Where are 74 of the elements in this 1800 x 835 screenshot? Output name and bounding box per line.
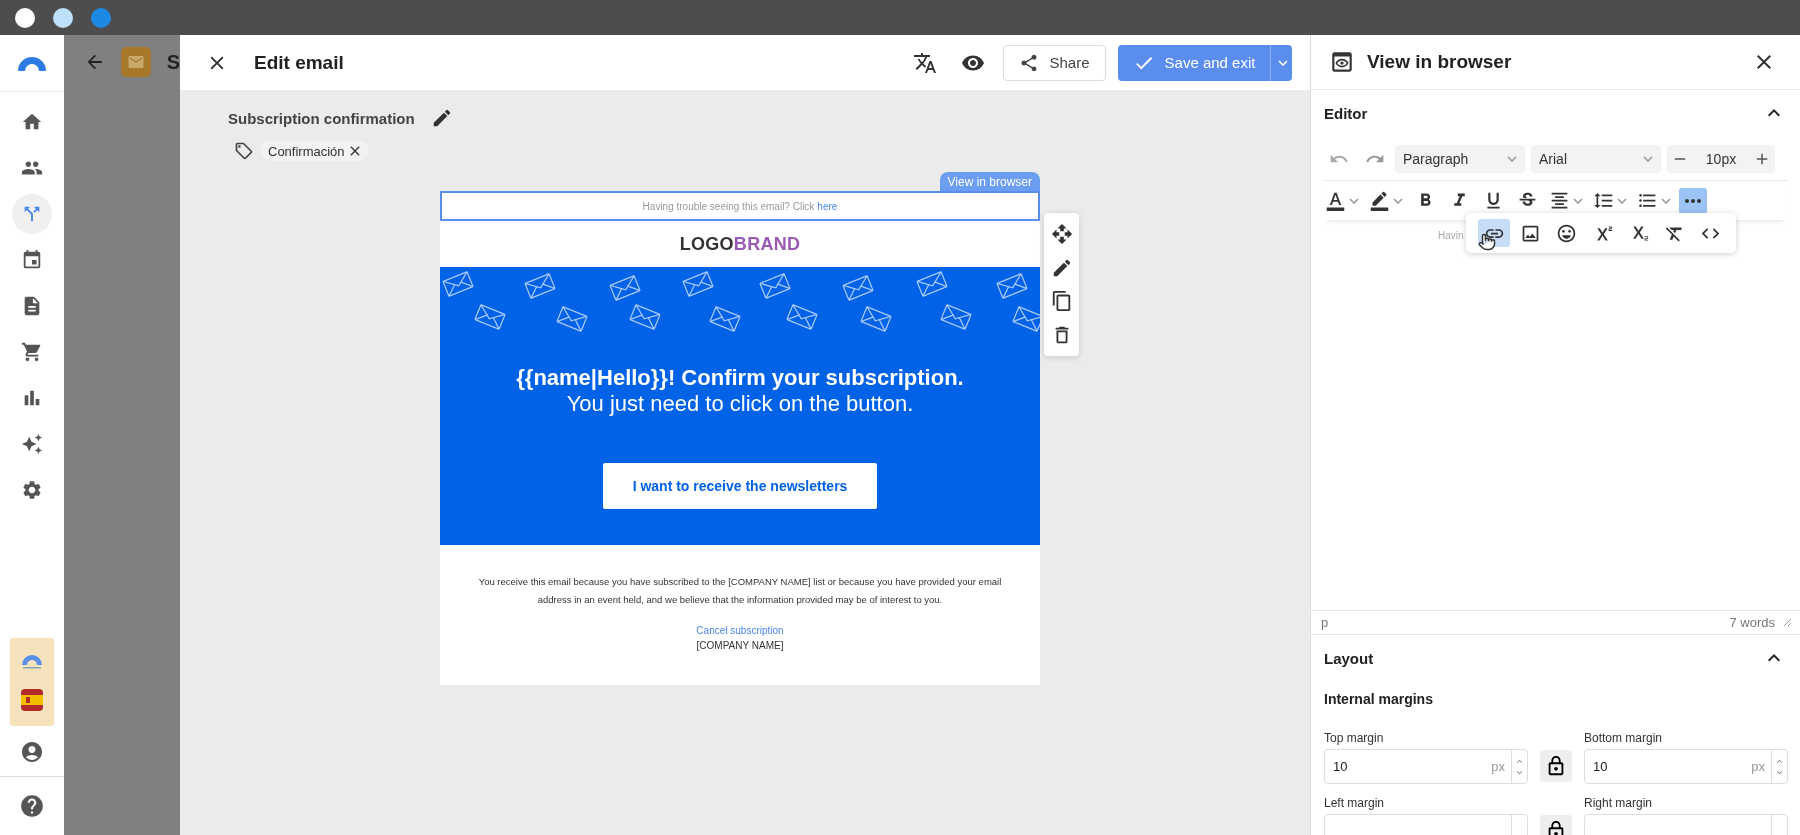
- email-name: Subscription confirmation: [228, 109, 415, 127]
- tag-chip[interactable]: Confirmación: [260, 141, 369, 161]
- line-height-icon: [1593, 190, 1614, 211]
- settings-icon: [21, 479, 43, 501]
- caret-icon: [1393, 197, 1403, 204]
- copy-icon: [1050, 290, 1073, 313]
- element-path: p: [1321, 615, 1329, 630]
- subsection-title: Internal margins: [1324, 691, 1434, 707]
- modal-title: Edit email: [254, 51, 345, 74]
- window-dot[interactable]: [15, 7, 35, 28]
- subscribe-button[interactable]: I want to receive the newsletters: [603, 463, 877, 509]
- unit-label: px: [1491, 759, 1505, 774]
- tag-icon: [234, 141, 254, 161]
- preheader-link[interactable]: here: [817, 200, 838, 212]
- caret-icon: [1617, 197, 1627, 204]
- share-button[interactable]: Share: [1003, 44, 1106, 81]
- field-label: Top margin: [1324, 731, 1385, 745]
- footer-text: You receive this email because you have subscribed to the [COMPANY NAME] list or because you have provided your email address in an event held, and we believe that the information provided may be of interest to you.: [477, 575, 1003, 607]
- mail-icon: [127, 53, 146, 71]
- editor-text: Havin: [1438, 230, 1464, 241]
- unit-label: px: [1751, 759, 1765, 774]
- field-label: Bottom margin: [1584, 731, 1664, 745]
- word-count: 7 words: [1729, 615, 1775, 630]
- font-select[interactable]: Arial: [1531, 145, 1661, 173]
- page-title: S: [166, 51, 180, 74]
- caret-icon: [1507, 156, 1517, 162]
- browser-preview-icon: [1329, 49, 1355, 75]
- window-dot[interactable]: [53, 7, 73, 28]
- panel-title: View in browser: [1367, 51, 1513, 73]
- font-size-field[interactable]: 10px: [1667, 145, 1775, 173]
- caret-icon: [1643, 156, 1653, 162]
- number-field[interactable]: 10 px: [1324, 749, 1528, 784]
- section-title: Editor: [1324, 104, 1368, 122]
- sparkle-icon: [21, 433, 43, 455]
- caret-icon: [1349, 197, 1359, 204]
- align-icon: [1549, 190, 1570, 211]
- logo-icon[interactable]: [20, 653, 44, 670]
- brand-logo: LOGOBRAND: [679, 233, 801, 255]
- block-label: View in browser: [939, 172, 1040, 191]
- lock-button[interactable]: [1540, 750, 1572, 782]
- preheader-text[interactable]: Having trouble seeing this email? Click here: [440, 191, 1040, 221]
- help-button[interactable]: [19, 793, 45, 819]
- cart-icon: [21, 341, 43, 363]
- text-color-icon: [1325, 190, 1346, 211]
- unsubscribe-link[interactable]: Cancel subscription: [696, 625, 784, 636]
- move-icon: [1050, 222, 1073, 245]
- more-button[interactable]: [1679, 187, 1707, 214]
- number-field[interactable]: 10 px: [1584, 749, 1788, 784]
- caret-icon: [1278, 59, 1288, 66]
- subheadline: You just need to click on the button.: [566, 391, 914, 417]
- headline: {{name|Hello}}! Confirm your subscription.: [516, 365, 964, 391]
- emoji-icon: [1555, 222, 1577, 244]
- company-name: [COMPANY NAME]: [696, 640, 784, 651]
- logo-icon[interactable]: [17, 55, 47, 71]
- move-button[interactable]: [1050, 222, 1073, 245]
- block-format-select[interactable]: Paragraph: [1395, 145, 1525, 173]
- translate-icon: [913, 50, 937, 75]
- help-icon: [19, 793, 45, 819]
- field-label: Left margin: [1324, 796, 1386, 810]
- flag-icon[interactable]: [21, 688, 43, 711]
- account-button[interactable]: [20, 740, 44, 764]
- resize-grip-icon[interactable]: [1783, 618, 1792, 627]
- user-icon: [20, 740, 44, 764]
- caret-icon: [1661, 197, 1671, 204]
- section-title: Layout: [1324, 649, 1374, 667]
- field-label: Right margin: [1584, 796, 1654, 810]
- duplicate-button[interactable]: [1050, 290, 1073, 313]
- nav-item[interactable]: [12, 194, 52, 234]
- highlight-icon: [1369, 190, 1390, 211]
- more-icon: [1685, 198, 1701, 203]
- window-dot[interactable]: [91, 7, 111, 28]
- calendar-icon: [21, 249, 43, 271]
- caret-icon: [1573, 197, 1583, 204]
- save-menu-button[interactable]: [1270, 44, 1292, 81]
